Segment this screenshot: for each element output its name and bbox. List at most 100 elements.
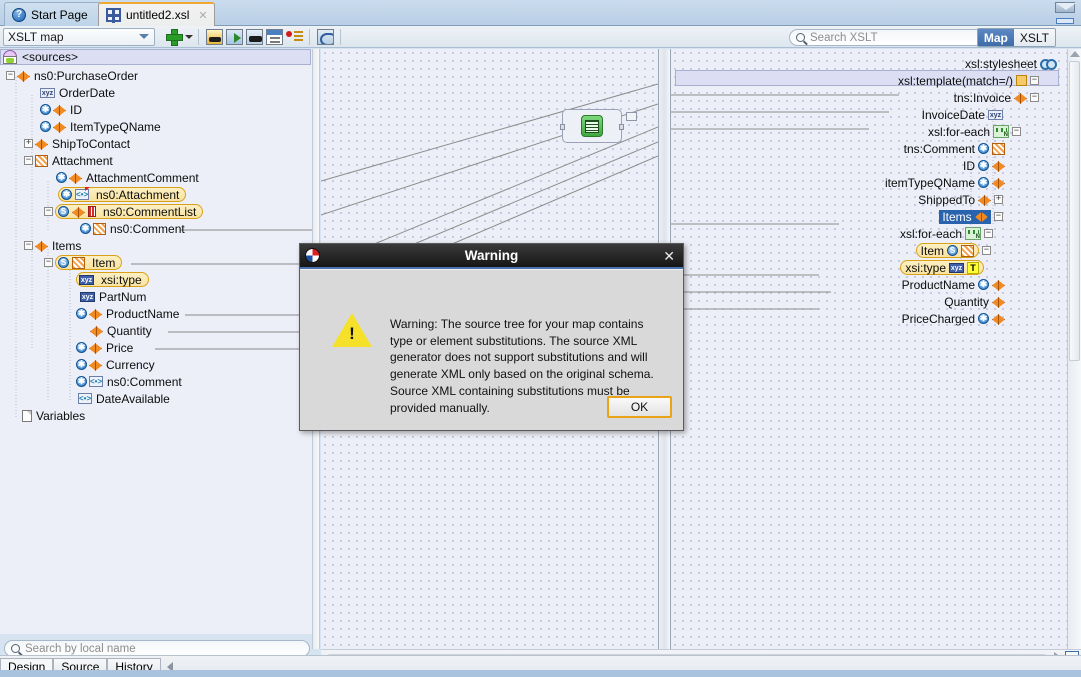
tree-node-ns0-commentlist[interactable]: − S ns0:CommentList (44, 203, 204, 220)
collapse-toggle[interactable]: − (6, 71, 15, 80)
target-node-tns-comment[interactable]: tns:Comment ✱ (904, 140, 1005, 157)
target-node-label: xsl:for-each (927, 124, 990, 139)
tree-node-dateavailable[interactable]: <•> DateAvailable (78, 390, 170, 407)
canvas-vertical-scrollbar[interactable] (1067, 49, 1081, 649)
sources-root-row[interactable]: <sources> (0, 49, 311, 65)
test-map-button[interactable] (244, 27, 264, 47)
required-icon: ✱ (76, 359, 87, 370)
search-xslt-input[interactable]: Search XSLT (789, 29, 993, 46)
tab-map[interactable]: Map (977, 29, 1014, 46)
collapse-toggle[interactable]: − (44, 258, 53, 267)
required-icon: ✱ (978, 313, 989, 324)
element-icon (1014, 92, 1027, 103)
tree-node-productname[interactable]: ✱ ProductName (76, 305, 179, 322)
tree-node-orderdate[interactable]: xyz OrderDate (40, 84, 115, 101)
expand-toggle[interactable]: + (24, 139, 33, 148)
tree-node-ns0-attachment[interactable]: ✱ <•> ns0:Attachment (58, 186, 187, 203)
tab-untitled2-xsl[interactable]: untitled2.xsl ✕ (98, 2, 215, 26)
tree-node-id[interactable]: ✱ ID (40, 101, 82, 118)
target-node-shippedto[interactable]: ShippedTo + (918, 191, 1005, 208)
tree-node-variables[interactable]: Variables (22, 407, 85, 424)
view-mode-toggle[interactable]: Map XSLT (976, 28, 1056, 47)
breakpoint-button[interactable] (284, 27, 304, 47)
tree-node-itemtypeqname[interactable]: ✱ ItemTypeQName (40, 118, 161, 135)
required-icon: ✱ (80, 223, 91, 234)
target-node-label: InvoiceDate (921, 107, 985, 122)
target-node-productname[interactable]: ProductName ✱ (902, 276, 1005, 293)
source-tree-panel: <sources> − ns0:PurchaseOrder xyz OrderD… (0, 49, 320, 657)
target-node-id[interactable]: ID ✱ (963, 157, 1005, 174)
close-icon[interactable]: ✕ (198, 9, 207, 22)
window-controls[interactable] (1055, 0, 1077, 24)
scrollbar-thumb[interactable] (1069, 61, 1080, 361)
add-component-button[interactable] (163, 27, 183, 47)
tree-node-purchaseorder[interactable]: − ns0:PurchaseOrder (6, 67, 138, 84)
tree-node-label: PartNum (99, 289, 147, 304)
target-node-itemtypeqname[interactable]: itemTypeQName ✱ (885, 174, 1005, 191)
target-node-for-each-invoice[interactable]: xsl:for-each − (928, 123, 1023, 140)
collapse-toggle[interactable]: − (1030, 93, 1039, 102)
target-node-items[interactable]: Items − (939, 208, 1005, 225)
target-node-quantity[interactable]: Quantity (944, 293, 1005, 310)
collapse-toggle[interactable]: − (982, 246, 991, 255)
collapse-toggle[interactable]: − (994, 212, 1003, 221)
tree-node-attachment[interactable]: − Attachment (24, 152, 113, 169)
scroll-up-arrow-icon[interactable] (1070, 51, 1080, 57)
app-logo-icon (305, 248, 320, 263)
collapse-toggle[interactable]: − (24, 241, 33, 250)
tab-xslt[interactable]: XSLT (1013, 29, 1055, 46)
tree-node-price[interactable]: ✱ Price (76, 339, 133, 356)
target-node-template[interactable]: xsl:template(match=/) − (898, 72, 1041, 89)
chevron-down-icon[interactable] (139, 34, 149, 39)
target-node-invoicedate[interactable]: InvoiceDate xyz (922, 106, 1003, 123)
tree-node-xsi-type[interactable]: xyz xsi:type (76, 271, 149, 288)
chevron-down-icon[interactable] (185, 34, 193, 39)
tree-node-attachmentcomment[interactable]: ✱ AttachmentComment (56, 169, 199, 186)
collapse-toggle[interactable]: − (984, 229, 993, 238)
properties-button[interactable] (264, 27, 284, 47)
highlight-wrapper: xyz xsi:type (76, 272, 149, 287)
validate-button[interactable] (204, 27, 224, 47)
tree-node-currency[interactable]: ✱ Currency (76, 356, 155, 373)
ok-button[interactable]: OK (607, 396, 672, 418)
tree-node-ns0-comment[interactable]: ✱ ns0:Comment (80, 220, 185, 237)
highlight-wrapper: S Item (55, 255, 123, 270)
target-node-label: xsl:stylesheet (964, 56, 1037, 71)
target-node-label: ID (963, 158, 975, 173)
tree-node-item[interactable]: − S Item (44, 254, 123, 271)
close-icon[interactable]: ✕ (663, 249, 675, 263)
dialog-title: Warning (464, 248, 519, 263)
target-node-item[interactable]: Item S − (915, 242, 993, 259)
tree-node-partnum[interactable]: xyz PartNum (80, 288, 146, 305)
collapse-toggle[interactable]: − (24, 156, 33, 165)
tree-node-ns0-comment-item[interactable]: ✱ <•> ns0:Comment (76, 373, 182, 390)
minimize-bar-icon[interactable] (1056, 18, 1074, 24)
target-node-pricecharged[interactable]: PriceCharged ✱ (902, 310, 1005, 327)
element-icon (69, 172, 82, 183)
refresh-button[interactable] (315, 27, 335, 47)
run-button[interactable] (224, 27, 244, 47)
tab-start-page[interactable]: ? Start Page ✕ (4, 2, 113, 26)
attribute-icon: xyz (988, 109, 1003, 120)
collapse-toggle[interactable]: − (1012, 127, 1021, 136)
element-icon (978, 194, 991, 205)
input-port[interactable] (560, 124, 565, 130)
properties-icon (265, 28, 283, 45)
function-node[interactable] (560, 109, 624, 143)
map-type-combo[interactable]: XSLT map (3, 27, 155, 46)
tree-node-shiptocontact[interactable]: + ShipToContact (24, 135, 130, 152)
target-node-label: xsi:type (905, 260, 946, 275)
target-node-stylesheet[interactable]: xsl:stylesheet (965, 55, 1057, 72)
envelope-icon[interactable] (1055, 2, 1076, 13)
target-node-tns-invoice[interactable]: tns:Invoice − (954, 89, 1041, 106)
expand-toggle[interactable]: + (994, 195, 1003, 204)
tree-node-items[interactable]: − Items (24, 237, 81, 254)
tree-node-quantity[interactable]: Quantity (90, 322, 152, 339)
target-node-for-each-items[interactable]: xsl:for-each − (900, 225, 995, 242)
target-node-xsi-type[interactable]: xsi:type xyz T (900, 259, 984, 276)
collapse-toggle[interactable]: − (1030, 76, 1039, 85)
output-port[interactable] (619, 124, 624, 130)
element-icon (35, 138, 48, 149)
link-stub[interactable] (626, 112, 637, 121)
collapse-toggle[interactable]: − (44, 207, 53, 216)
